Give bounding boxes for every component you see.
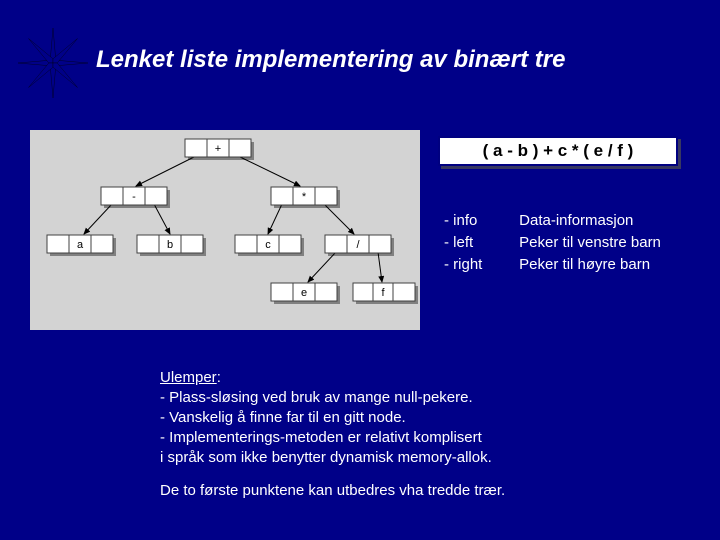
- node-f: f: [353, 283, 415, 301]
- footer-note: De to første punktene kan utbedres vha t…: [160, 482, 505, 499]
- node-slash: /: [325, 235, 391, 253]
- disadvantages-heading: Ulemper: [160, 369, 217, 386]
- list-item: - Plass-sløsing ved bruk av mange null-p…: [160, 388, 492, 408]
- svg-text:+: +: [215, 143, 221, 155]
- list-item: - rightPeker til høyre barn: [444, 254, 661, 276]
- svg-text:b: b: [167, 239, 173, 251]
- page-title: Lenket liste implementering av binært tr…: [96, 46, 565, 74]
- tree-diagram: + - * a b: [30, 130, 420, 330]
- node-c: c: [235, 235, 301, 253]
- expression-box: ( a - b ) + c * ( e / f ): [438, 136, 678, 166]
- list-item: - Vanskelig å finne far til en gitt node…: [160, 408, 492, 428]
- disadvantages-block: Ulemper: - Plass-sløsing ved bruk av man…: [160, 368, 492, 468]
- node-times: *: [271, 187, 337, 205]
- list-item: i språk som ikke benytter dynamisk memor…: [160, 448, 492, 468]
- node-a: a: [47, 235, 113, 253]
- node-root: +: [185, 139, 251, 157]
- node-b: b: [137, 235, 203, 253]
- svg-text:-: -: [132, 191, 136, 203]
- list-item: - Implementerings-metoden er relativt ko…: [160, 428, 492, 448]
- node-e: e: [271, 283, 337, 301]
- node-fields-list: - infoData-informasjon - leftPeker til v…: [444, 210, 661, 276]
- svg-text:e: e: [301, 287, 307, 299]
- starburst-icon: [18, 28, 88, 98]
- list-item: - leftPeker til venstre barn: [444, 232, 661, 254]
- svg-text:*: *: [302, 191, 307, 203]
- svg-text:a: a: [77, 239, 84, 251]
- svg-text:c: c: [265, 239, 271, 251]
- list-item: - infoData-informasjon: [444, 210, 661, 232]
- node-minus: -: [101, 187, 167, 205]
